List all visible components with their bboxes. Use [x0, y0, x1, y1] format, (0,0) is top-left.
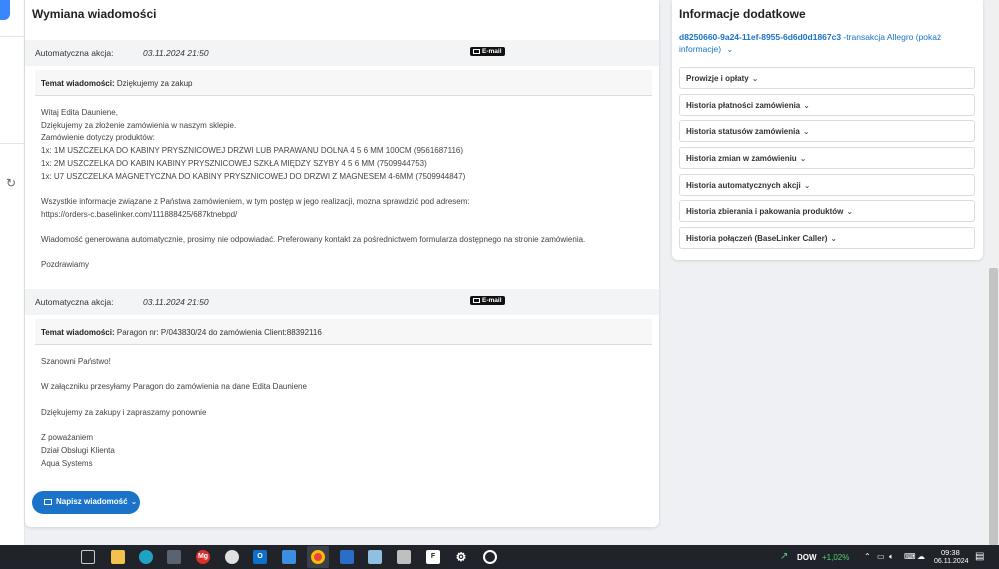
message-body: Szanowni Państwo! W załączniku przesyłam… [41, 356, 307, 470]
network-icon[interactable]: ▭ [877, 552, 885, 561]
message-subject: Temat wiadomości: Paragon nr: P/043830/2… [35, 319, 652, 345]
left-sidebar-strip: ↻ [0, 0, 25, 545]
snip-icon[interactable] [225, 550, 239, 564]
taskbar: Mg O F ⚙ ↗ DOW +1,02% ⌃ ▭ 🔈︎ ⌨ ☁ 09:38 0… [0, 545, 999, 569]
order-link[interactable]: https://orders-c.baselinker.com/11188842… [41, 209, 585, 222]
body-line [41, 183, 585, 196]
chevron-down-icon: ⌄ [803, 181, 811, 190]
body-line: Wszystkie informacje związane z Państwa … [41, 196, 470, 206]
body-line [41, 369, 307, 382]
calendar-icon[interactable] [282, 550, 296, 564]
message-header: Automatyczna akcja: 03.11.2024 21:50 E-m… [25, 289, 659, 315]
body-line [41, 420, 307, 433]
task-view-icon[interactable] [81, 550, 95, 564]
sidebar-divider [0, 36, 25, 37]
message-body: Witaj Edita Dauniene, Dziękujemy za złoż… [41, 107, 585, 272]
sidebar-active-indicator[interactable] [0, 0, 10, 20]
app-circle-icon[interactable] [483, 550, 497, 564]
chevron-down-icon: ⌄ [799, 154, 807, 163]
body-line [41, 221, 585, 234]
chevron-down-icon: ⌄ [846, 207, 854, 216]
body-line [41, 394, 307, 407]
sidebar-divider [0, 143, 25, 144]
accordion-change-history[interactable]: Historia zmian w zamówieniu ⌄ [679, 147, 975, 169]
volume-icon[interactable]: 🔈︎ [889, 552, 894, 562]
mg-app-icon[interactable]: Mg [196, 550, 210, 564]
image-app-icon[interactable] [340, 550, 354, 564]
body-line: W załączniku przesyłamy Paragon do zamów… [41, 382, 307, 392]
clock-date[interactable]: 06.11.2024 [934, 558, 969, 565]
body-line: Wiadomość generowana automatycznie, pros… [41, 235, 586, 245]
body-line: Witaj Edita Dauniene, [41, 108, 118, 117]
body-line: Z poważaniem [41, 433, 94, 443]
write-message-label: Napisz wiadomość [56, 497, 128, 506]
message-subject: Temat wiadomości: Dziękujemy za zakup [35, 70, 652, 96]
action-label: Automatyczna akcja: [35, 297, 114, 307]
calculator-icon[interactable] [167, 550, 181, 564]
email-badge: E-mail [470, 47, 505, 56]
envelope-icon [473, 48, 480, 54]
subject-label: Temat wiadomości: [41, 328, 115, 337]
accordion-automation-history[interactable]: Historia automatycznych akcji ⌄ [679, 174, 975, 196]
f-app-icon[interactable]: F [426, 550, 440, 564]
body-line: Dział Obsługi Klienta [41, 445, 115, 455]
body-line: Szanowni Państwo! [41, 357, 111, 366]
chevron-down-icon[interactable]: ⌄ [726, 44, 733, 56]
accordion-fees[interactable]: Prowizje i opłaty ⌄ [679, 67, 975, 89]
edge-browser-icon[interactable] [139, 550, 153, 564]
body-line: 1x: 2M USZCZELKA DO KABIN KABINY PRYSZNI… [41, 158, 427, 168]
chevron-down-icon: ⌄ [130, 497, 138, 506]
file-explorer-icon[interactable] [111, 550, 125, 564]
body-line: Aqua Systems [41, 458, 93, 468]
message-date: 03.11.2024 21:50 [143, 297, 209, 307]
subject-label: Temat wiadomości: [41, 79, 115, 88]
subject-text: Dziękujemy za zakup [116, 79, 193, 88]
chevron-down-icon: ⌄ [751, 74, 759, 83]
panel-title: Informacje dodatkowe [679, 7, 806, 21]
chevron-down-icon: ⌄ [803, 101, 810, 110]
message-date: 03.11.2024 21:50 [143, 48, 209, 58]
body-line: Dziękujemy za zakupy i zapraszamy ponown… [41, 407, 207, 417]
refresh-icon[interactable]: ↻ [6, 176, 16, 190]
accordion-packing-history[interactable]: Historia zbierania i pakowania produktów… [679, 200, 975, 222]
body-line: Zamówienie dotyczy produktów: [41, 133, 155, 143]
body-line: Pozdrawiamy [41, 260, 90, 270]
envelope-icon [473, 297, 480, 303]
clock-time[interactable]: 09:38 [941, 548, 960, 557]
write-message-button[interactable]: Napisz wiadomość ⌄ [32, 491, 140, 514]
cloud-icon[interactable]: ☁ [917, 552, 925, 561]
accordion-payment-history[interactable]: Historia płatności zamówienia ⌄ [679, 94, 975, 116]
envelope-icon [44, 498, 52, 505]
language-icon[interactable]: ⌨ [904, 552, 916, 561]
settings-icon[interactable]: ⚙ [454, 550, 468, 564]
transaction-id[interactable]: d8250660-9a24-11ef-8955-6d6d0d1867c3 [679, 32, 841, 42]
chevron-up-icon[interactable]: ⌃ [864, 552, 871, 561]
stock-ticker[interactable]: DOW [797, 553, 817, 562]
message-header: Automatyczna akcja: 03.11.2024 21:50 E-m… [25, 40, 659, 66]
chevron-down-icon: ⌄ [830, 234, 838, 243]
body-line: 1x: U7 USZCZELKA MAGNETYCZNA DO KABINY P… [41, 171, 466, 181]
stock-change[interactable]: +1,02% [822, 553, 849, 562]
subject-text: Paragon nr: P/043830/24 do zamówienia Cl… [116, 328, 322, 337]
body-line: Dziękujemy za złożenie zamówienia w nasz… [41, 120, 237, 130]
transaction-link[interactable]: d8250660-9a24-11ef-8955-6d6d0d1867c3 -tr… [679, 32, 969, 55]
scrollbar-thumb[interactable] [989, 268, 998, 545]
accordion-caller-history[interactable]: Historia połączeń (BaseLinker Caller) ⌄ [679, 227, 975, 249]
email-badge: E-mail [470, 296, 505, 305]
panel-title: Wymiana wiadomości [32, 7, 157, 21]
chevron-down-icon: ⌄ [802, 127, 810, 136]
action-label: Automatyczna akcja: [35, 48, 114, 58]
printer-icon[interactable] [397, 550, 411, 564]
outlook-icon[interactable]: O [253, 550, 267, 564]
notification-icon[interactable]: ▤ [975, 551, 984, 562]
notes-icon[interactable] [368, 550, 382, 564]
message-exchange-panel: Wymiana wiadomości Automatyczna akcja: 0… [25, 0, 659, 527]
chrome-icon[interactable] [311, 550, 325, 564]
accordion-status-history[interactable]: Historia statusów zamówienia ⌄ [679, 120, 975, 142]
stock-chart-icon: ↗ [780, 551, 789, 562]
additional-info-panel: Informacje dodatkowe d8250660-9a24-11ef-… [672, 0, 983, 260]
body-line: 1x: 1M USZCZELKA DO KABINY PRYSZNICOWEJ … [41, 146, 464, 156]
body-line [41, 247, 585, 260]
